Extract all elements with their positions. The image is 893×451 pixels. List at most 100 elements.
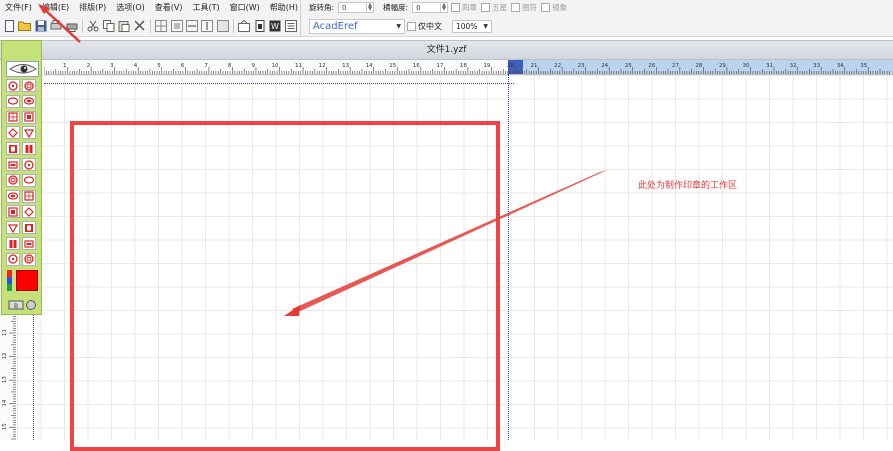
width-ratio-value: 0 [416,3,421,12]
menu-edit[interactable]: 编辑(E) [37,0,74,15]
frame-box-icon[interactable] [22,221,36,235]
open-folder-icon[interactable] [18,19,32,32]
ruler-tick-label: 14 [2,399,8,406]
text-block-icon[interactable] [6,189,20,203]
guide-line-top [44,83,514,84]
ruler-tick-label: 29 [719,63,726,69]
stamp-box-icon[interactable] [6,221,20,235]
ellipse-ring-icon[interactable] [22,110,36,124]
menu-options[interactable]: 选项(O) [111,0,150,15]
bar-rect-icon[interactable] [22,237,36,250]
ruler-tick-label: 3 [110,63,114,69]
rotation-spinner[interactable]: 0 ▲ ▼ [338,2,375,13]
word-icon[interactable]: W [269,19,281,32]
print-icon[interactable] [65,19,78,32]
current-color-swatch[interactable] [16,270,38,291]
ruler-tick-label: 15 [389,63,396,69]
spinner-arrows-icon[interactable]: ▲ ▼ [366,3,373,12]
small-rect-icon[interactable] [6,252,20,266]
grid-icon-5[interactable] [216,19,229,32]
ruler-tick-label: 27 [672,63,679,69]
split-square-icon[interactable] [6,205,20,219]
checkbox-mirror[interactable]: 镜象 [541,2,567,13]
paste-icon[interactable] [118,19,130,32]
import-icon[interactable] [238,19,251,32]
ruler-tick-label: 5 [157,63,161,69]
eye-icon[interactable] [6,61,39,77]
checkbox-box[interactable] [481,3,491,12]
circle-outline-icon[interactable] [22,79,36,92]
menubar: 文件(F) 编辑(E) 排版(P) 选项(O) 查看(V) 工具(T) 窗口(W… [0,0,300,15]
seal-tool-icon[interactable]: B [7,299,38,311]
copy-icon[interactable] [102,19,115,32]
circle-seal-icon[interactable] [6,79,20,92]
grid-icon-1[interactable] [155,19,168,32]
rectangle-seal-icon[interactable] [22,158,36,171]
ruler-tick-label: 25 [625,63,632,69]
checkbox-box[interactable] [541,3,551,12]
inner-rect-icon[interactable] [6,237,20,250]
tool-palette: B [1,40,42,315]
wide-rect-icon[interactable] [22,252,36,266]
zoom-select[interactable]: 100% ▼ [452,19,492,33]
checkbox-label: 五星 [492,3,508,12]
cut-icon[interactable] [87,19,99,32]
ellipse-double-icon[interactable] [22,126,36,140]
ruler-tick-label: 13 [342,63,349,69]
grid-icon-4[interactable] [201,19,214,32]
circle-ring-icon[interactable] [22,94,36,108]
checkbox-box[interactable] [511,3,521,12]
font-select[interactable]: AcadEref ▼ [309,18,405,34]
checkbox-box[interactable] [451,3,461,12]
save-icon[interactable] [34,19,47,32]
checkbox-symbol[interactable]: 图符 [511,2,537,13]
square-grid-icon[interactable] [6,142,20,156]
ellipse-wide-icon[interactable] [6,126,20,140]
new-file-icon[interactable] [3,19,15,32]
chevron-down-icon[interactable]: ▼ [396,23,401,30]
delete-icon[interactable] [133,19,145,32]
vertical-text-icon[interactable] [22,189,36,203]
toolbar-separator [233,18,235,33]
width-ratio-label: 横幅度: [383,3,409,12]
ruler-tick-label: 28 [695,63,702,69]
ruler-tick-label: 20 [507,63,514,69]
dual-square-icon[interactable] [22,205,36,219]
grid-icon-3[interactable] [185,19,198,32]
width-ratio-spinner[interactable]: 0 ▲ ▼ [412,2,449,13]
ellipse-seal-icon[interactable] [6,110,20,124]
stamp-shape-rectangle[interactable] [70,121,500,451]
diamond-icon[interactable] [6,173,20,187]
chevron-down-icon[interactable]: ▼ [483,23,488,30]
double-circle-icon[interactable] [6,94,20,108]
menu-view[interactable]: 查看(V) [150,0,188,15]
print-preview-icon[interactable] [50,19,62,32]
ruler-tick-label: 6 [181,63,185,69]
square-seal-icon[interactable] [6,158,20,171]
properties-icon[interactable] [284,19,297,32]
checkbox-five-star[interactable]: 五星 [481,2,507,13]
toolbar: W [0,15,300,37]
rotation-label: 旋转角: [309,3,335,12]
checkbox-positive-seal[interactable]: 阳章 [451,2,477,13]
ruler-tick-label: 22 [554,63,561,69]
checkbox-chinese-only[interactable]: 仅中文 [407,21,442,32]
menu-help[interactable]: 帮助(H) [265,0,303,15]
export-icon[interactable] [254,19,266,32]
ruler-tick-label: 26 [648,63,655,69]
checkbox-box[interactable] [407,21,416,31]
menu-layout[interactable]: 排版(P) [74,0,111,15]
ruler-tick-label: 10 [272,63,279,69]
svg-text:B: B [13,303,17,310]
font-select-value: AcadEref [313,20,358,32]
color-gradient-icon[interactable] [7,270,12,291]
menu-file[interactable]: 文件(F) [0,0,37,15]
menu-window[interactable]: 窗口(W) [225,0,265,15]
ruler-tick-label: 11 [2,329,8,336]
triangle-icon[interactable] [22,173,36,187]
ruler-tick-label: 4 [134,63,138,69]
rectangle-bar-icon[interactable] [22,142,36,156]
spinner-arrows-icon[interactable]: ▲ ▼ [440,3,447,12]
grid-icon-2[interactable] [170,19,183,32]
menu-tools[interactable]: 工具(T) [187,0,224,15]
